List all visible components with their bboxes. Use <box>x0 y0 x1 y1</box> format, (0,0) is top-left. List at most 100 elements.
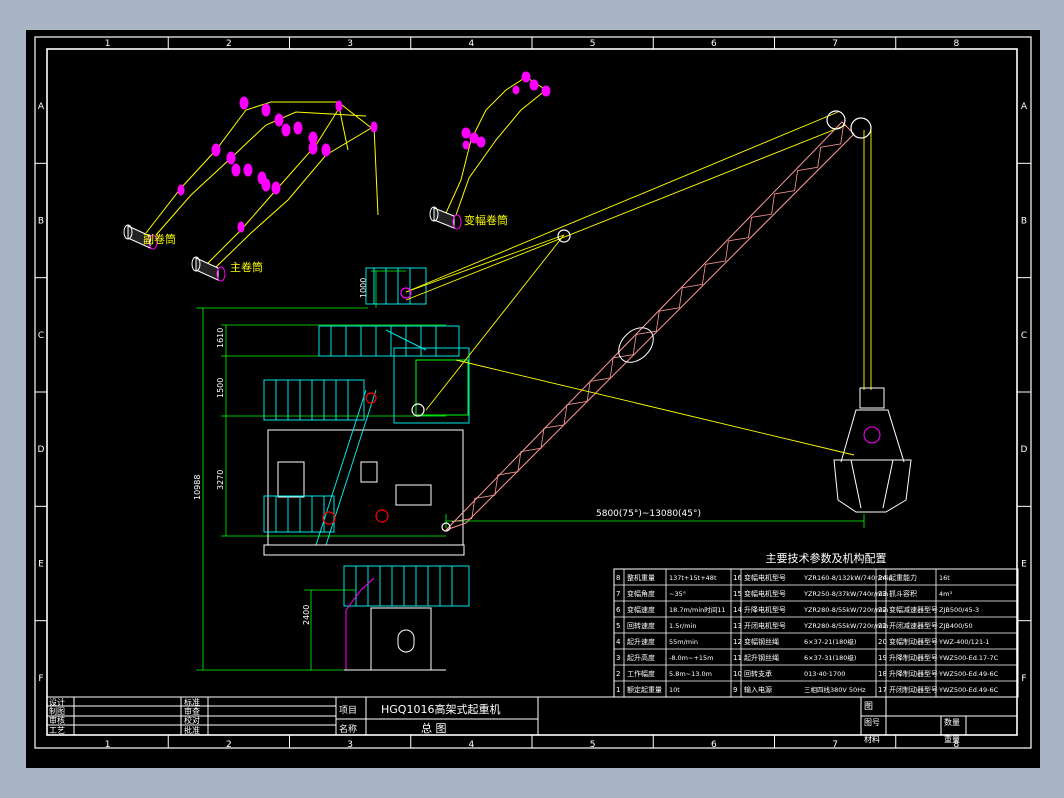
param-no: 1 <box>616 686 620 694</box>
grid-col-label: 3 <box>347 740 353 750</box>
param-key: 变幅钢丝绳 <box>744 637 779 646</box>
label-review: 审核 <box>49 715 65 725</box>
crane-portal <box>343 565 470 671</box>
param-key: 回转支承 <box>744 669 772 678</box>
project-label: 项目 <box>339 705 357 716</box>
dimension-h1: 1000 <box>359 278 368 298</box>
label-approve: 批准 <box>184 725 200 735</box>
grid-row-label: F <box>38 674 43 684</box>
param-value: 137t+15t+48t <box>669 574 717 582</box>
dimension-h2: 1610 <box>216 328 225 348</box>
param-value: ZJB400/50 <box>939 622 973 630</box>
param-value: 6×37-31(180级) <box>804 653 856 662</box>
param-key: 升降电机型号 <box>744 605 786 614</box>
param-key: 输入电源 <box>744 685 772 694</box>
drawing-sheet: 1122334455667788AABBCCDDEEFF 副卷筒 主卷筒 变幅卷… <box>26 30 1040 768</box>
grab-bucket <box>833 387 912 513</box>
drum-main <box>191 256 226 282</box>
grid-row-label: F <box>1021 674 1026 684</box>
grid-row-label: A <box>38 102 45 112</box>
param-key: 变幅减速器型号 <box>889 605 938 614</box>
param-no: 11 <box>733 654 742 662</box>
param-value: 1.5r/min <box>669 622 696 630</box>
main-drum-label: 主卷筒 <box>230 260 263 274</box>
param-no: 17 <box>878 686 887 694</box>
aux-drum-label: 副卷筒 <box>143 232 176 246</box>
param-key: 抓斗容积 <box>889 589 917 598</box>
crane-superstructure <box>263 267 470 556</box>
param-value: ~35° <box>669 590 686 598</box>
grid-row-label: B <box>38 217 44 227</box>
grid-row-label: A <box>1021 102 1028 112</box>
param-value: 55m/min <box>669 638 698 646</box>
param-key: 起升高度 <box>627 653 655 662</box>
param-no: 3 <box>616 654 620 662</box>
label-standard: 标准 <box>184 697 200 707</box>
grid-col-label: 2 <box>226 740 232 750</box>
dimension-radius: 5800(75°)~13080(45°) <box>596 509 701 519</box>
param-value: YWZ500-Ed.49-6C <box>938 686 999 694</box>
grid-row-label: D <box>1021 445 1028 455</box>
cad-drawing: 1122334455667788A AB BC CD DE EF F 副卷筒 主… <box>34 36 1032 750</box>
grid-row-label: C <box>38 331 44 341</box>
drawing-label: 图 <box>864 701 873 712</box>
param-value: 5.8m~13.0m <box>669 670 712 678</box>
grid-col-label: 6 <box>711 39 717 49</box>
inner-frame <box>46 48 1018 736</box>
dimension-h4: 3270 <box>216 470 225 490</box>
param-value: YZR280-8/55kW/720r/min <box>803 622 888 630</box>
param-no: 6 <box>616 606 621 614</box>
grid-col-label: 5 <box>590 740 596 750</box>
grid-col-label: 5 <box>590 39 596 49</box>
param-no: 20 <box>878 638 887 646</box>
crane-sheaves <box>322 110 872 532</box>
param-no: 16 <box>733 574 742 582</box>
name-label: 名称 <box>339 723 357 735</box>
param-no: 24 <box>878 574 887 582</box>
param-key: 开闭减速器型号 <box>889 621 938 630</box>
crane-boom <box>445 121 855 531</box>
grid-col-label: 8 <box>954 39 960 49</box>
param-no: 8 <box>616 574 620 582</box>
param-key: 开闭制动器型号 <box>889 685 938 694</box>
param-key: 变幅速度 <box>627 605 655 614</box>
param-no: 4 <box>616 638 621 646</box>
param-no: 19 <box>878 654 887 662</box>
params-table: 8 整机重量 137t+15t+48t 16 变幅电机型号 YZR160-8/132kW/… <box>613 568 1019 698</box>
params-title: 主要技术参数及机构配置 <box>766 551 887 565</box>
param-value: YZR280-8/55kW/720r/min <box>803 606 888 614</box>
param-value: YWZ-400/121-1 <box>938 638 990 646</box>
param-no: 5 <box>616 622 620 630</box>
label-process: 工艺 <box>49 726 65 735</box>
grid-row-label: E <box>1021 560 1027 570</box>
param-value: 6×37-21(180级) <box>804 637 856 646</box>
quantity-label: 数量 <box>944 717 960 727</box>
param-no: 23 <box>878 590 887 598</box>
param-key: 变幅制动器型号 <box>889 637 938 646</box>
param-key: 工作幅度 <box>627 669 655 678</box>
material-label: 材料 <box>864 734 880 744</box>
param-no: 18 <box>878 670 887 678</box>
param-no: 12 <box>733 638 742 646</box>
grid-row-label: D <box>38 445 45 455</box>
param-key: 起重能力 <box>889 573 917 582</box>
param-key: 变幅角度 <box>627 589 655 598</box>
param-value: YZR250-8/37kW/740r/min <box>803 590 888 598</box>
param-key: 变幅电机型号 <box>744 589 786 598</box>
param-no: 7 <box>616 590 620 598</box>
name-value: 总 图 <box>421 721 447 735</box>
param-key: 起升速度 <box>627 637 655 646</box>
label-design: 设计 <box>49 697 65 707</box>
project-value: HGQ1016高架式起重机 <box>381 702 500 716</box>
luffing-drum-label: 变幅卷筒 <box>464 213 508 227</box>
label-inspection: 审查 <box>184 706 200 716</box>
reeving-pulleys-main <box>177 96 378 233</box>
param-key: 升降制动器型号 <box>889 653 938 662</box>
param-value: 4m³ <box>939 590 952 598</box>
param-key: 回转速度 <box>627 621 655 630</box>
param-key: 起升钢丝绳 <box>744 653 779 662</box>
param-key: 整机重量 <box>627 573 655 582</box>
grid-col-label: 7 <box>832 39 838 49</box>
grid-col-label: 1 <box>105 39 111 49</box>
label-drafting: 制图 <box>49 706 65 716</box>
